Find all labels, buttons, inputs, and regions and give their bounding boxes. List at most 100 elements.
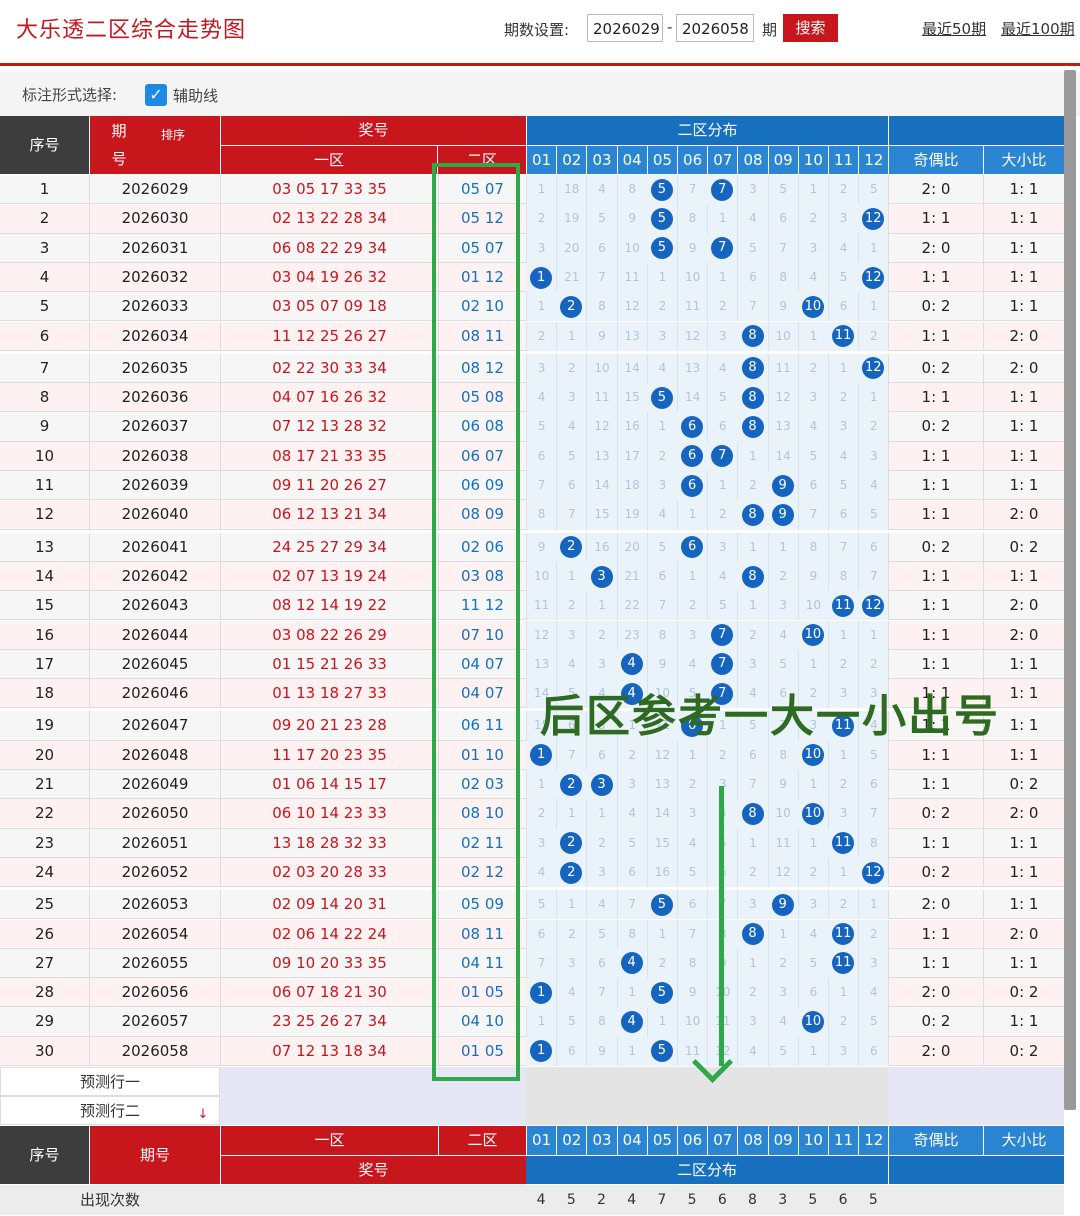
footer-dist-07: 07: [707, 1126, 738, 1155]
row-big-small: 1: 1: [983, 740, 1064, 770]
miss-value: 10: [586, 353, 616, 384]
row-seq: 5: [39, 297, 50, 316]
row-front-numbers: 08 17 21 33 35: [220, 441, 438, 471]
hit-ball: 5: [650, 981, 673, 1004]
footer-dist-01: 01: [526, 1126, 557, 1155]
miss-value: 1: [797, 1036, 828, 1066]
row-front-numbers: 23 25 26 27 34: [220, 1007, 438, 1037]
miss-value: 4: [556, 649, 586, 680]
hit-ball: 3: [590, 773, 613, 796]
recent-50-link[interactable]: 最近50期: [922, 18, 986, 39]
row-seq: 9: [39, 417, 50, 436]
row-issue: 2026050: [89, 799, 220, 829]
row-issue: 2026038: [89, 441, 220, 471]
miss-value: 6: [616, 857, 647, 888]
miss-value: 6: [556, 471, 586, 501]
miss-value: 8: [858, 828, 888, 858]
annotation-type-label: 标注形式选择:: [22, 86, 118, 104]
row-front-numbers: 02 22 30 33 34: [220, 353, 438, 384]
row-front-numbers: 08 12 14 19 22: [220, 591, 438, 621]
assist-line-checkbox[interactable]: ✓: [145, 84, 167, 106]
miss-value: 6: [586, 233, 616, 263]
row-front-numbers: 06 08 22 29 34: [220, 233, 438, 263]
row-seq: 14: [34, 566, 55, 585]
recent-100-link[interactable]: 最近100期: [1001, 18, 1075, 39]
footer-dist-06: 06: [677, 1126, 708, 1155]
check-icon: ✓: [149, 85, 163, 104]
miss-value: 7: [737, 292, 767, 322]
miss-value: 6: [677, 890, 707, 920]
row-issue: 2026054: [89, 919, 220, 949]
search-button[interactable]: 搜索: [783, 14, 838, 42]
start-period-input[interactable]: 2026029: [587, 14, 663, 42]
predict-row-1[interactable]: 预测行一: [0, 1067, 220, 1096]
miss-value: 2: [858, 412, 888, 442]
miss-value: 1: [677, 740, 707, 770]
predict-row-2-dist: [526, 1096, 888, 1125]
header-dist-09: 09: [767, 145, 798, 174]
row-odd-even: 0: 2: [888, 292, 983, 322]
row-odd-even: 1: 1: [888, 561, 983, 592]
row-seq: 17: [34, 654, 55, 673]
highlight-box: [432, 163, 520, 1081]
row-seq: 24: [34, 862, 55, 881]
row-front-numbers: 13 18 28 32 33: [220, 828, 438, 858]
miss-value: 13: [646, 770, 677, 800]
row-issue: 2026045: [89, 649, 220, 680]
miss-value: 4: [858, 471, 888, 501]
row-big-small: 2: 0: [983, 919, 1064, 949]
miss-value: 3: [828, 204, 858, 234]
row-big-small: 1: 1: [983, 890, 1064, 920]
end-period-input[interactable]: 2026058: [676, 14, 754, 42]
row-issue: 2026031: [89, 233, 220, 263]
row-odd-even: 1: 1: [888, 204, 983, 234]
miss-value: 1: [828, 353, 858, 384]
row-big-small: 1: 1: [983, 857, 1064, 888]
miss-value: 8: [646, 620, 677, 650]
miss-value: 2: [677, 591, 707, 621]
footer-odd-even: 奇偶比: [888, 1126, 983, 1155]
miss-value: 16: [616, 412, 647, 442]
row-front-numbers: 06 12 13 21 34: [220, 500, 438, 530]
miss-value: 6: [858, 1036, 888, 1066]
predict-row-2[interactable]: 预测行二: [0, 1096, 220, 1125]
miss-value: 5: [797, 441, 828, 471]
row-issue: 2026049: [89, 770, 220, 800]
header-dist-06: 06: [677, 145, 708, 174]
miss-value: 8: [767, 740, 798, 770]
footer-blank: [888, 1155, 1064, 1184]
row-seq: 19: [34, 716, 55, 735]
miss-value: 6: [586, 740, 616, 770]
miss-value: 2: [737, 620, 767, 650]
miss-value: 5: [707, 383, 737, 413]
row-big-small: 1: 1: [983, 383, 1064, 413]
sort-button[interactable]: 排序: [150, 128, 196, 156]
miss-value: 4: [828, 441, 858, 471]
hit-ball: 7: [711, 178, 734, 201]
row-seq: 27: [34, 953, 55, 972]
miss-value: 7: [556, 740, 586, 770]
miss-value: 1: [646, 262, 677, 293]
miss-value: 2: [858, 321, 888, 351]
hit-ball: 6: [681, 416, 704, 439]
miss-value: 14: [646, 799, 677, 829]
miss-value: 5: [526, 890, 556, 920]
row-front-numbers: 04 07 16 26 32: [220, 383, 438, 413]
miss-value: 1: [767, 532, 798, 562]
miss-value: 5: [828, 262, 858, 293]
miss-value: 8: [767, 262, 798, 293]
row-front-numbers: 06 07 18 21 30: [220, 978, 438, 1008]
row-seq: 6: [39, 326, 50, 345]
row-issue: 2026057: [89, 1007, 220, 1037]
miss-value: 1: [646, 919, 677, 949]
miss-value: 4: [707, 561, 737, 592]
miss-value: 12: [586, 412, 616, 442]
scrollbar[interactable]: [1064, 70, 1076, 1110]
miss-value: 4: [677, 828, 707, 858]
row-issue: 2026034: [89, 321, 220, 351]
row-big-small: 1: 1: [983, 262, 1064, 293]
row-odd-even: 1: 1: [888, 828, 983, 858]
miss-value: 3: [797, 383, 828, 413]
row-issue: 2026030: [89, 204, 220, 234]
footer-big-small: 大小比: [983, 1126, 1064, 1155]
